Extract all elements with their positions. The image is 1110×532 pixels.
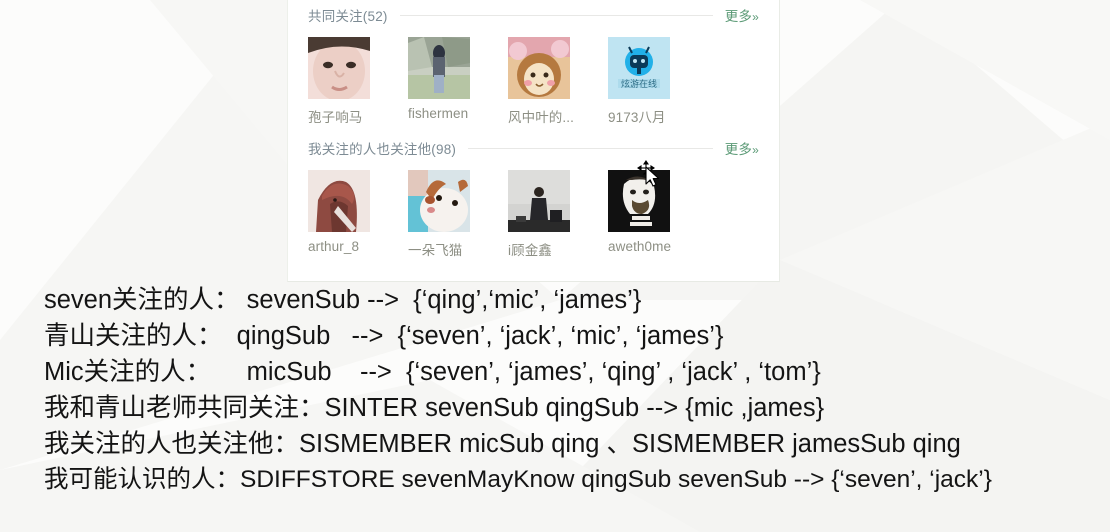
friend-name: 9173八月 xyxy=(608,110,666,125)
explanation-text-block: seven关注的人： sevenSub --> {‘qing’,‘mic’, ‘… xyxy=(0,278,1110,498)
friend-name: fishermen xyxy=(408,106,469,121)
friend-item[interactable]: 风中叶的... xyxy=(508,37,608,126)
section-followed-by-my-following: 我关注的人也关注他(98) 更多» arthur_8 一朵飞猫 i顾金鑫 awe… xyxy=(288,126,779,259)
avatar-logo-xuanyou-zaixian[interactable]: 炫游在线 xyxy=(608,37,670,99)
svg-text:炫游在线: 炫游在线 xyxy=(621,78,657,90)
section-mutual-following: 共同关注(52) 更多» 孢子响马 fishermen 风中叶的... 炫游在线… xyxy=(288,0,779,126)
text-line-sismember-command: 我关注的人也关注他：SISMEMBER micSub qing 、SISMEMB… xyxy=(44,430,961,458)
friend-item[interactable]: 一朵飞猫 xyxy=(408,170,508,259)
friend-grid-followed-by-my-following: arthur_8 一朵飞猫 i顾金鑫 aweth0me xyxy=(308,170,759,259)
more-link-label: 更多 xyxy=(724,9,753,24)
section-header: 我关注的人也关注他(98) 更多» xyxy=(308,138,759,158)
friend-item[interactable]: arthur_8 xyxy=(308,170,408,259)
avatar-anime-red-hair-character[interactable] xyxy=(308,170,370,232)
double-chevron-right-icon: » xyxy=(752,143,759,157)
more-link-mutual-following[interactable]: 更多» xyxy=(725,5,759,25)
section-title: 我关注的人也关注他(98) xyxy=(308,142,457,157)
friend-name: aweth0me xyxy=(608,239,672,254)
friend-item[interactable]: aweth0me xyxy=(608,170,708,259)
avatar-photo-man-standing[interactable] xyxy=(508,170,570,232)
double-chevron-right-icon: » xyxy=(752,10,759,24)
text-line-qingshan-following: 青山关注的人： qingSub --> {‘seven’, ‘jack’, ‘m… xyxy=(44,322,724,350)
friend-item[interactable]: fishermen xyxy=(408,37,508,126)
avatar-cartoon-monkey[interactable] xyxy=(508,37,570,99)
more-link-followed-by-my-following[interactable]: 更多» xyxy=(725,138,759,158)
section-header: 共同关注(52) 更多» xyxy=(308,5,759,25)
friend-name: 一朵飞猫 xyxy=(408,243,463,258)
friend-grid-mutual-following: 孢子响马 fishermen 风中叶的... 炫游在线 9173八月 xyxy=(308,37,759,126)
text-line-sdiffstore-command: 我可能认识的人：SDIFFSTORE sevenMayKnow qingSub … xyxy=(44,466,992,493)
friend-item[interactable]: i顾金鑫 xyxy=(508,170,608,259)
section-divider xyxy=(468,147,713,149)
avatar-sketch-bearded-man[interactable] xyxy=(608,170,670,232)
social-profile-card: 共同关注(52) 更多» 孢子响马 fishermen 风中叶的... 炫游在线… xyxy=(287,0,780,282)
section-title: 共同关注(52) xyxy=(308,9,388,24)
friend-name: i顾金鑫 xyxy=(508,243,552,258)
friend-name: 风中叶的... xyxy=(508,110,574,125)
friend-name: arthur_8 xyxy=(308,239,360,254)
avatar-portrait-male-face[interactable] xyxy=(308,37,370,99)
text-line-mic-following: Mic关注的人： micSub --> {‘seven’, ‘james’, ‘… xyxy=(44,358,821,386)
more-link-label: 更多 xyxy=(724,142,753,157)
avatar-photo-cat[interactable] xyxy=(408,170,470,232)
text-line-sinter-command: 我和青山老师共同关注：SINTER sevenSub qingSub --> {… xyxy=(44,394,825,422)
friend-item[interactable]: 炫游在线 9173八月 xyxy=(608,37,708,126)
avatar-photo-waterfall-person[interactable] xyxy=(408,37,470,99)
friend-name: 孢子响马 xyxy=(308,110,363,125)
section-divider xyxy=(399,14,713,16)
friend-item[interactable]: 孢子响马 xyxy=(308,37,408,126)
text-line-seven-following: seven关注的人： sevenSub --> {‘qing’,‘mic’, ‘… xyxy=(44,286,642,314)
